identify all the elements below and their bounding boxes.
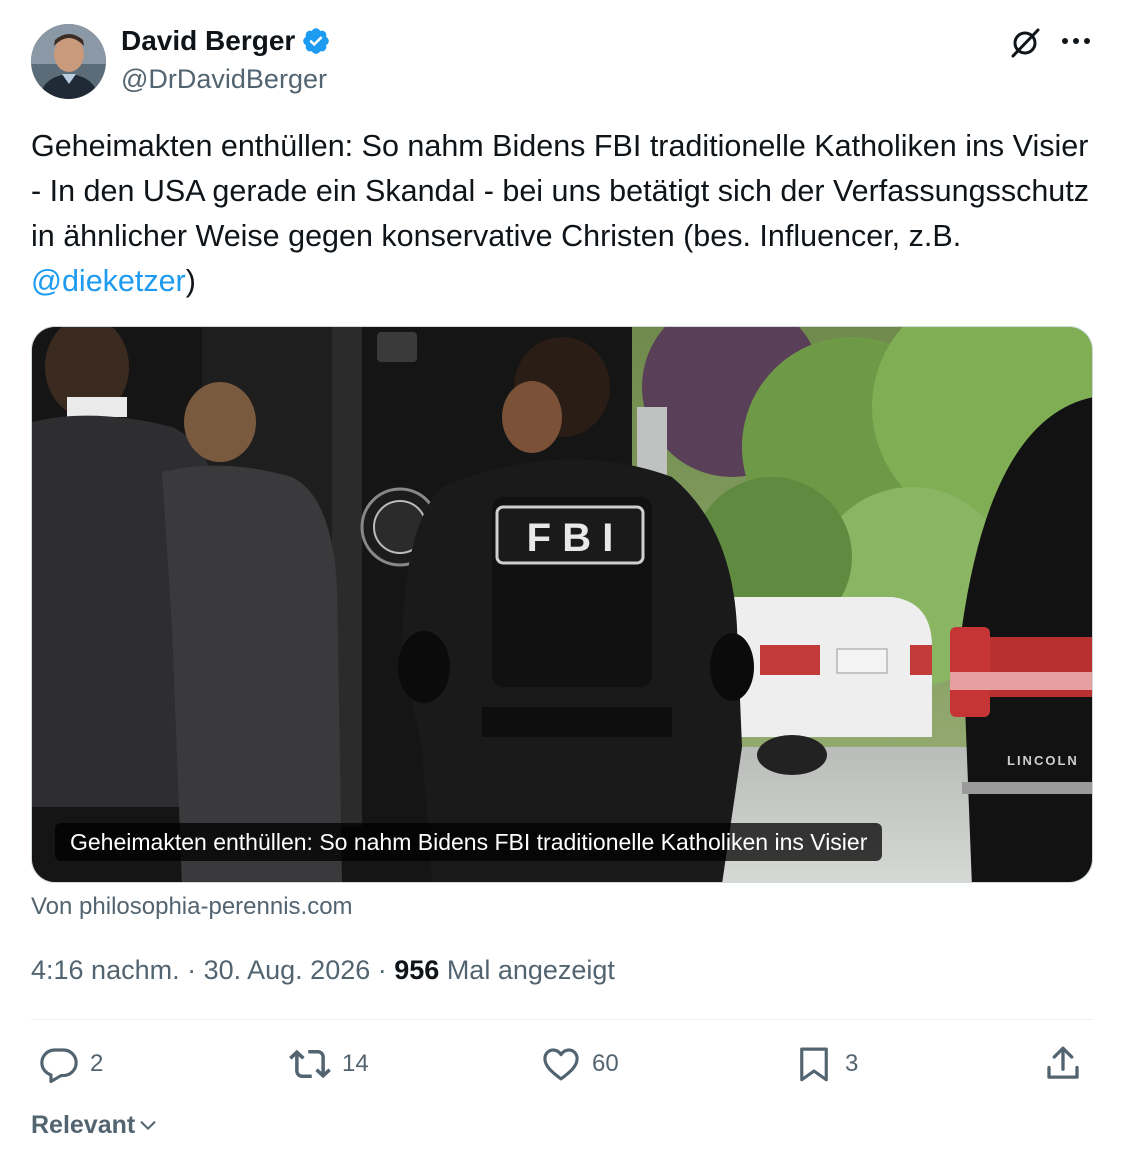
share-icon — [1047, 1046, 1079, 1079]
meta-separator: · — [179, 955, 204, 985]
repost-count: 14 — [342, 1050, 369, 1077]
mention-link[interactable]: @dieketzer — [31, 264, 186, 298]
card-source-link[interactable]: Von philosophia-perennis.com — [31, 892, 353, 922]
repost-icon — [289, 1049, 331, 1079]
like-count: 60 — [592, 1050, 619, 1077]
tweet-date[interactable]: 30. Aug. 2026 — [204, 955, 371, 985]
like-heart-icon — [543, 1048, 579, 1081]
reply-button[interactable]: 2 — [38, 1042, 103, 1086]
views-label: Mal angezeigt — [439, 955, 615, 985]
sort-dropdown[interactable]: Relevant — [31, 1108, 159, 1142]
like-button[interactable]: 60 — [540, 1042, 619, 1086]
car-badge-text: LINCOLN — [1007, 753, 1079, 768]
sort-label: Relevant — [31, 1111, 136, 1139]
reply-icon — [40, 1048, 78, 1084]
tweet-time[interactable]: 4:16 nachm. — [31, 955, 180, 985]
views-count: 956 — [394, 955, 440, 985]
tweet-text-part1: Geheimakten enthüllen: So nahm Bidens FB… — [31, 129, 1089, 253]
more-horizontal-icon[interactable] — [1056, 22, 1096, 60]
verified-badge-icon — [301, 26, 331, 56]
chevron-down-icon — [140, 1121, 156, 1130]
share-button[interactable] — [1042, 1042, 1084, 1086]
grok-icon[interactable] — [1006, 24, 1044, 62]
card-image: LINCOLN F B I — [32, 327, 1092, 882]
meta-separator: · — [370, 955, 395, 985]
tweet-meta: 4:16 nachm. · 30. Aug. 2026 · 956 Mal an… — [31, 952, 615, 988]
tweet-text: Geheimakten enthüllen: So nahm Bidens FB… — [31, 124, 1093, 304]
author-display-name[interactable]: David Berger — [121, 24, 295, 58]
card-caption: Geheimakten enthüllen: So nahm Bidens FB… — [55, 823, 883, 861]
vest-label-text: F B I — [527, 516, 614, 560]
reply-count: 2 — [90, 1050, 104, 1077]
bookmark-icon — [800, 1047, 828, 1082]
author-handle[interactable]: @DrDavidBerger — [121, 62, 327, 96]
tweet-text-part2: ) — [185, 264, 196, 298]
divider — [31, 1019, 1093, 1020]
avatar[interactable] — [31, 24, 106, 99]
bookmark-count: 3 — [845, 1050, 859, 1077]
repost-button[interactable]: 14 — [288, 1042, 369, 1086]
bookmark-button[interactable]: 3 — [793, 1042, 858, 1086]
link-card[interactable]: LINCOLN F B I Geheimakten enthüllen: So … — [31, 326, 1093, 883]
